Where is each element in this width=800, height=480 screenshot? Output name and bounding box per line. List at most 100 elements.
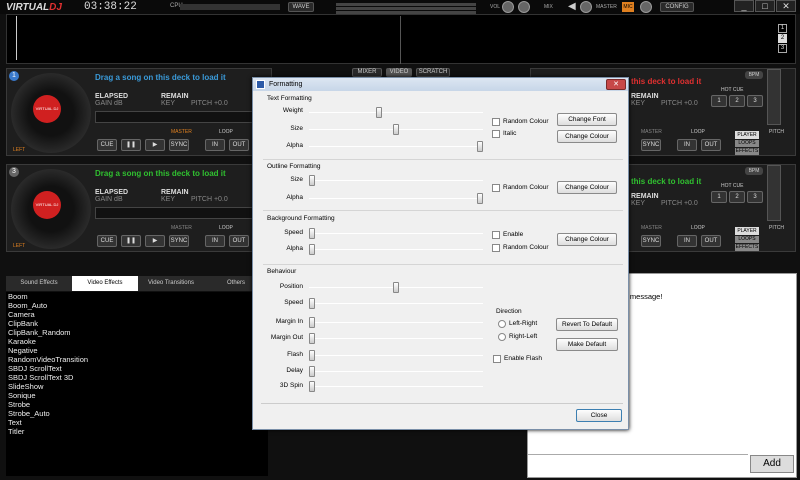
- tab-video-effects[interactable]: Video Effects: [72, 276, 138, 291]
- player-button[interactable]: PLAYER: [735, 131, 759, 139]
- beh-position-thumb[interactable]: [393, 282, 399, 293]
- player-button[interactable]: PLAYER: [735, 227, 759, 235]
- pause-button[interactable]: ❚❚: [121, 235, 141, 247]
- outline-random-colour-checkbox[interactable]: [492, 184, 500, 192]
- mic-button[interactable]: MIC: [622, 2, 634, 12]
- list-item[interactable]: Text: [8, 418, 268, 427]
- pause-button[interactable]: ❚❚: [121, 139, 141, 151]
- bg-random-colour-checkbox[interactable]: [492, 244, 500, 252]
- make-default-button[interactable]: Make Default: [556, 338, 618, 351]
- beh-margin-out-thumb[interactable]: [309, 333, 315, 344]
- sync-button[interactable]: SYNC: [169, 139, 189, 151]
- enable-flash-checkbox[interactable]: [493, 355, 501, 363]
- cue-button[interactable]: CUE: [97, 235, 117, 247]
- text-alpha-thumb[interactable]: [477, 141, 483, 152]
- list-item[interactable]: Strobe: [8, 400, 268, 409]
- list-item[interactable]: Boom_Auto: [8, 301, 268, 310]
- deck-select-2[interactable]: 2: [778, 34, 787, 43]
- beh-flash-track[interactable]: [309, 355, 483, 356]
- loop-in-button[interactable]: IN: [677, 235, 697, 247]
- list-item[interactable]: Boom: [8, 292, 268, 301]
- deck-select-3[interactable]: 3: [778, 44, 787, 53]
- wave-button[interactable]: WAVE: [288, 2, 314, 12]
- tab-sound-effects[interactable]: Sound Effects: [6, 276, 72, 291]
- close-button[interactable]: Close: [576, 409, 622, 422]
- pitch-slider[interactable]: [767, 165, 781, 221]
- list-item[interactable]: Titler: [8, 427, 268, 436]
- sync-button[interactable]: SYNC: [169, 235, 189, 247]
- play-button[interactable]: ▶: [145, 139, 165, 151]
- outline-alpha-track[interactable]: [309, 198, 483, 199]
- bg-change-colour-button[interactable]: Change Colour: [557, 233, 617, 246]
- loop-out-button[interactable]: OUT: [701, 139, 721, 151]
- list-item[interactable]: Camera: [8, 310, 268, 319]
- revert-to-default-button[interactable]: Revert To Default: [556, 318, 618, 331]
- text-alpha-track[interactable]: [309, 146, 483, 147]
- tab-video[interactable]: VIDEO: [386, 68, 412, 77]
- dialog-close-icon[interactable]: ✕: [606, 79, 626, 90]
- list-item[interactable]: Strobe_Auto: [8, 409, 268, 418]
- pitch-slider[interactable]: [767, 69, 781, 125]
- list-item[interactable]: SBDJ ScrollText: [8, 364, 268, 373]
- sync-button[interactable]: SYNC: [641, 139, 661, 151]
- maximize-button[interactable]: □: [755, 0, 775, 12]
- message-input[interactable]: [528, 454, 748, 476]
- bg-speed-thumb[interactable]: [309, 228, 315, 239]
- loop-out-button[interactable]: OUT: [229, 139, 249, 151]
- hotcue-1-button[interactable]: 1: [711, 95, 727, 107]
- outline-change-colour-button[interactable]: Change Colour: [557, 181, 617, 194]
- hotcue-3-button[interactable]: 3: [747, 191, 763, 203]
- hotcue-3-button[interactable]: 3: [747, 95, 763, 107]
- list-item[interactable]: SlideShow: [8, 382, 268, 391]
- loop-in-button[interactable]: IN: [677, 139, 697, 151]
- left-right-radio[interactable]: [498, 320, 506, 328]
- close-window-button[interactable]: ✕: [776, 0, 796, 12]
- beh-flash-thumb[interactable]: [309, 350, 315, 361]
- list-item[interactable]: ClipBank_Random: [8, 328, 268, 337]
- beh-speed-thumb[interactable]: [309, 298, 315, 309]
- random-colour-checkbox[interactable]: [492, 118, 500, 126]
- list-item[interactable]: Negative: [8, 346, 268, 355]
- bg-speed-track[interactable]: [309, 233, 483, 234]
- change-colour-button[interactable]: Change Colour: [557, 130, 617, 143]
- outline-alpha-thumb[interactable]: [477, 193, 483, 204]
- tab-mixer[interactable]: MIXER: [352, 68, 382, 77]
- crossfader-knob[interactable]: [518, 1, 530, 13]
- hotcue-2-button[interactable]: 2: [729, 95, 745, 107]
- hotcue-2-button[interactable]: 2: [729, 191, 745, 203]
- list-item[interactable]: ClipBank: [8, 319, 268, 328]
- beh-margin-out-track[interactable]: [309, 338, 483, 339]
- beh-delay-thumb[interactable]: [309, 366, 315, 377]
- mic-knob[interactable]: [640, 1, 652, 13]
- vol-knob[interactable]: [502, 1, 514, 13]
- bg-alpha-thumb[interactable]: [309, 244, 315, 255]
- italic-checkbox[interactable]: [492, 130, 500, 138]
- list-item[interactable]: SBDJ ScrollText 3D: [8, 373, 268, 382]
- loop-in-button[interactable]: IN: [205, 139, 225, 151]
- master-knob[interactable]: [580, 1, 592, 13]
- effects-button[interactable]: EFFECTS: [735, 244, 759, 251]
- loop-out-button[interactable]: OUT: [229, 235, 249, 247]
- right-left-radio[interactable]: [498, 333, 506, 341]
- add-button[interactable]: Add: [750, 455, 794, 473]
- sync-button[interactable]: SYNC: [641, 235, 661, 247]
- beh-spin-track[interactable]: [309, 386, 483, 387]
- outline-size-track[interactable]: [309, 180, 483, 181]
- deck-waveform[interactable]: [95, 111, 269, 123]
- loops-button[interactable]: LOOPS: [735, 140, 759, 147]
- list-item[interactable]: Sonique: [8, 391, 268, 400]
- beh-speed-track[interactable]: [309, 303, 483, 304]
- beh-margin-in-thumb[interactable]: [309, 317, 315, 328]
- deck-select-1[interactable]: 1: [778, 24, 787, 33]
- bg-alpha-track[interactable]: [309, 249, 483, 250]
- config-button[interactable]: CONFIG: [660, 2, 694, 12]
- beh-spin-thumb[interactable]: [309, 381, 315, 392]
- change-font-button[interactable]: Change Font: [557, 113, 617, 126]
- text-weight-track[interactable]: [309, 112, 483, 113]
- list-item[interactable]: Karaoke: [8, 337, 268, 346]
- outline-size-thumb[interactable]: [309, 175, 315, 186]
- play-button[interactable]: ▶: [145, 235, 165, 247]
- text-weight-thumb[interactable]: [376, 107, 383, 118]
- beh-delay-track[interactable]: [309, 371, 483, 372]
- cue-button[interactable]: CUE: [97, 139, 117, 151]
